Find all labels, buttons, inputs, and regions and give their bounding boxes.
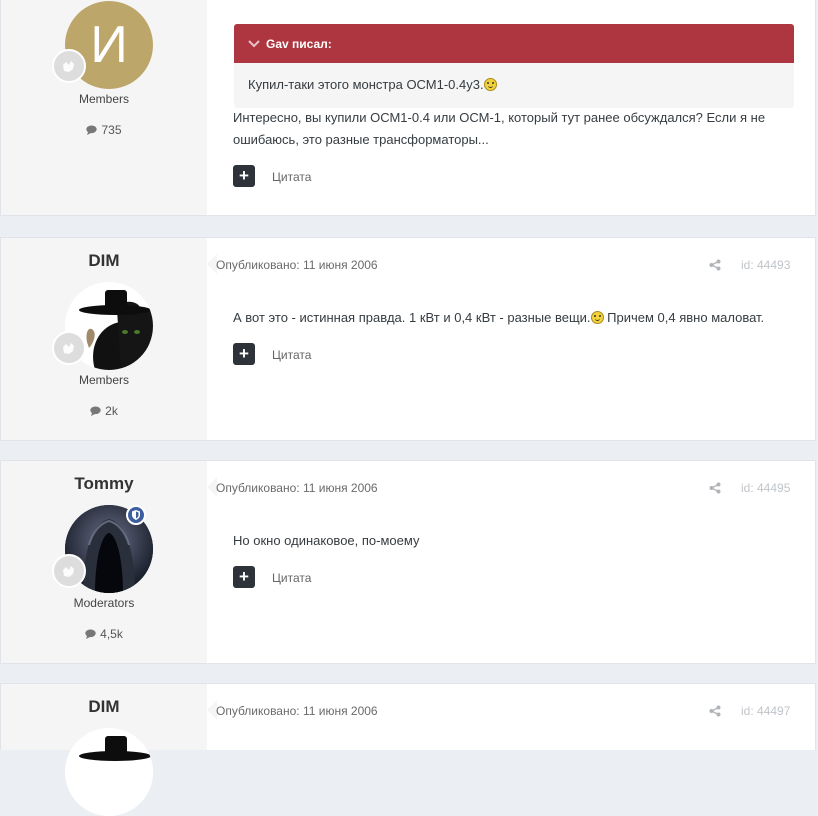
post-count: 4,5k bbox=[1, 627, 207, 642]
author-panel: DIM bbox=[1, 684, 207, 816]
post-content: Интересно, вы купили ОСМ1-0.4 или ОСМ-1,… bbox=[233, 107, 765, 151]
post-id[interactable]: id: 44493 bbox=[741, 258, 790, 272]
post-count: 2k bbox=[1, 404, 207, 419]
post-text: Но окно одинаковое, по-моему bbox=[233, 533, 420, 548]
post-text: Причем 0,4 явно маловат. bbox=[603, 310, 765, 325]
author-group: Members bbox=[78, 373, 129, 387]
post-count-value: 4,5k bbox=[100, 627, 123, 641]
post-4: DIM Опубликовано: 11 июня 2006 id: 44497 bbox=[0, 683, 816, 816]
author-name[interactable]: DIM bbox=[1, 697, 207, 717]
chevron-down-icon bbox=[248, 39, 260, 48]
avatar[interactable] bbox=[65, 728, 153, 816]
post-count: 735 bbox=[1, 123, 207, 138]
post-id[interactable]: id: 44495 bbox=[741, 481, 790, 495]
rank-badge-icon bbox=[52, 554, 86, 588]
moderator-shield-icon bbox=[126, 505, 146, 525]
post-1: И Members 735 Gav писал: Купил-таки этог… bbox=[0, 0, 816, 216]
post-content: А вот это - истинная правда. 1 кВт и 0,4… bbox=[233, 307, 764, 329]
quote-button[interactable]: Цитата bbox=[272, 571, 311, 585]
smiley-icon bbox=[590, 311, 604, 324]
rank-badge-icon bbox=[52, 49, 86, 83]
post-count-value: 2k bbox=[105, 404, 118, 418]
share-icon[interactable] bbox=[709, 704, 721, 722]
post-date[interactable]: Опубликовано: 11 июня 2006 bbox=[216, 481, 378, 495]
post-content: Но окно одинаковое, по-моему bbox=[233, 530, 419, 552]
author-group: Members bbox=[78, 92, 129, 106]
add-multiquote-button[interactable]: + bbox=[233, 566, 255, 588]
comment-icon bbox=[85, 628, 96, 642]
quote-header[interactable]: Gav писал: bbox=[234, 24, 794, 63]
quote-block: Gav писал: Купил-таки этого монстра ОСМ1… bbox=[234, 24, 794, 108]
quote-content: Купил-таки этого монстра ОСМ1-0.4у3. bbox=[234, 63, 794, 106]
quote-button[interactable]: Цитата bbox=[272, 348, 311, 362]
avatar-letter: И bbox=[90, 16, 128, 74]
smiley-icon bbox=[483, 78, 497, 91]
post-date[interactable]: Опубликовано: 11 июня 2006 bbox=[216, 258, 378, 272]
author-name[interactable]: Tommy bbox=[1, 474, 207, 494]
quote-text: Купил-таки этого монстра ОСМ1-0.4у3. bbox=[248, 77, 484, 92]
author-panel: И Members 735 bbox=[1, 0, 207, 215]
quote-button[interactable]: Цитата bbox=[272, 170, 311, 184]
post-id[interactable]: id: 44497 bbox=[741, 704, 790, 718]
author-panel: DIM Members 2k bbox=[1, 238, 207, 440]
share-icon[interactable] bbox=[709, 481, 721, 499]
add-multiquote-button[interactable]: + bbox=[233, 343, 255, 365]
share-icon[interactable] bbox=[709, 258, 721, 276]
post-text: А вот это - истинная правда. 1 кВт и 0,4… bbox=[233, 310, 591, 325]
post-count-value: 735 bbox=[101, 123, 122, 137]
post-3: Tommy Moderators 4,5k Опубликовано: 11 и… bbox=[0, 460, 816, 664]
post-text-line: ошибаюсь, это разные трансформаторы... bbox=[233, 132, 489, 147]
comment-icon bbox=[90, 405, 101, 419]
post-2: DIM Members 2k Опубликовано: 11 июня 200… bbox=[0, 237, 816, 441]
author-panel: Tommy Moderators 4,5k bbox=[1, 461, 207, 663]
author-name[interactable]: DIM bbox=[1, 251, 207, 271]
comment-icon bbox=[86, 124, 98, 138]
author-group: Moderators bbox=[73, 596, 135, 610]
rank-badge-icon bbox=[52, 331, 86, 365]
post-text-line: Интересно, вы купили ОСМ1-0.4 или ОСМ-1,… bbox=[233, 110, 766, 125]
add-multiquote-button[interactable]: + bbox=[233, 165, 255, 187]
quote-author: Gav писал: bbox=[266, 36, 332, 51]
post-date[interactable]: Опубликовано: 11 июня 2006 bbox=[216, 704, 378, 718]
